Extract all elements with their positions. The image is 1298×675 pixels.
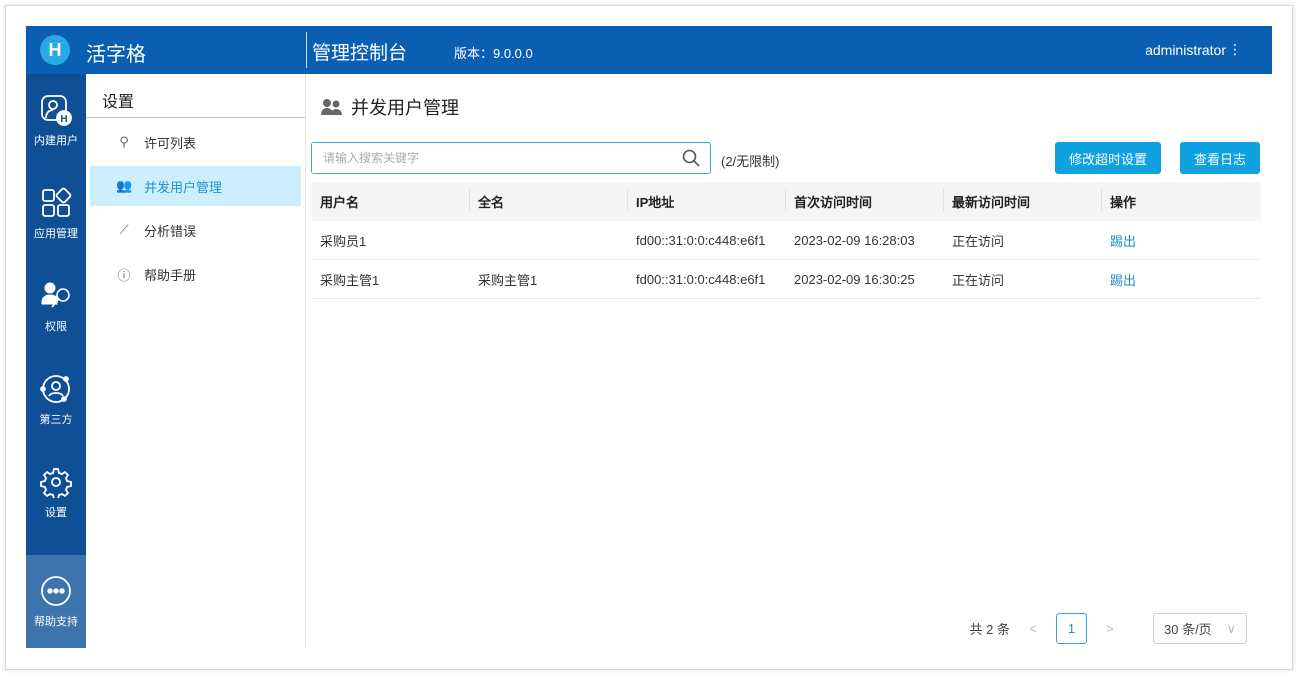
key-icon: ⚲ [119, 134, 129, 149]
app: H 活字格 管理控制台 版本：9.0.0.0 administrator ⋮ H… [26, 26, 1272, 648]
page-size-value: 30 条/页 [1164, 622, 1212, 637]
rail-item-builtin-users[interactable]: H 内建用户 [26, 74, 86, 167]
cell-first-visit: 2023-02-09 16:28:03 [794, 232, 915, 248]
sidebar-item-help-manual[interactable]: ⓘ 帮助手册 [90, 254, 301, 294]
sidebar-item-label: 许可列表 [144, 135, 197, 151]
prev-page-button[interactable]: < [1018, 621, 1048, 636]
sidebar-item-label: 并发用户管理 [144, 179, 223, 195]
user-key-icon [41, 282, 70, 308]
page-title: 并发用户管理 [321, 94, 459, 120]
sidebar-item-analyze-errors[interactable]: ⟋ 分析错误 [90, 210, 301, 250]
user-name[interactable]: administrator [1145, 42, 1226, 58]
sidebar-item-concurrent-users[interactable]: 👥 并发用户管理 [90, 166, 301, 206]
more-menu-icon[interactable]: ⋮ [1228, 41, 1242, 58]
rail-label: 帮助支持 [34, 615, 78, 628]
cell-fullname: 采购主管1 [478, 272, 538, 288]
users-icon: 👥 [116, 178, 133, 193]
table-row: 采购员1 fd00::31:0:0:c448:e6f1 2023-02-09 1… [311, 221, 1261, 260]
rail-label: 权限 [45, 320, 67, 333]
next-page-button[interactable]: > [1095, 621, 1125, 636]
help-icon: ⓘ [117, 267, 131, 283]
sidebar-item-label: 帮助手册 [144, 267, 197, 283]
nav-rail: H 内建用户 应用管理 权限 第三方 设置 帮助支持 [26, 74, 86, 648]
version-label: 版本：9.0.0.0 [454, 46, 533, 61]
sidebar-title: 设置 [86, 74, 305, 118]
modify-timeout-button[interactable]: 修改超时设置 [1055, 142, 1162, 174]
kick-out-link[interactable]: 踢出 [1101, 231, 1259, 250]
rail-item-settings[interactable]: 设置 [26, 446, 86, 539]
table-row: 采购主管1 采购主管1 fd00::31:0:0:c448:e6f1 2023-… [311, 260, 1261, 299]
sidebar-item-label: 分析错误 [144, 223, 197, 239]
column-header[interactable]: 最新访问时间 [943, 189, 1101, 211]
total-count: 共 2 条 [969, 622, 1010, 637]
view-log-button[interactable]: 查看日志 [1180, 142, 1261, 174]
third-party-icon [40, 374, 70, 403]
cell-first-visit: 2023-02-09 16:30:25 [794, 271, 915, 287]
user-count: (2/无限制) [721, 154, 780, 169]
page-1-button[interactable]: 1 [1056, 613, 1087, 644]
chart-line-icon: ⟋ [119, 222, 129, 237]
table-header: 用户名 全名 IP地址 首次访问时间 最新访问时间 操作 [311, 182, 1261, 221]
rail-item-third-party[interactable]: 第三方 [26, 353, 86, 446]
more-icon [41, 575, 71, 606]
cell-ip: fd00::31:0:0:c448:e6f1 [636, 232, 766, 248]
rail-label: 应用管理 [34, 227, 78, 240]
settings-sidebar: 设置 ⚲ 许可列表 👥 并发用户管理 ⟋ 分析错误 ⓘ 帮助手册 [86, 74, 306, 648]
cell-last-visit: 正在访问 [952, 272, 1005, 288]
column-header[interactable]: IP地址 [627, 189, 785, 211]
rail-label: 第三方 [39, 413, 73, 426]
app-name: 活字格 [86, 44, 146, 66]
logo-icon: H [40, 35, 70, 65]
console-title: 管理控制台 [312, 43, 408, 64]
rail-label: 内建用户 [34, 134, 78, 147]
pagination: 共 2 条 < 1 > 30 条/页 ∨ [970, 613, 1247, 644]
header: H 活字格 管理控制台 版本：9.0.0.0 administrator ⋮ [26, 26, 1272, 74]
gear-icon [40, 467, 72, 498]
rail-item-app-management[interactable]: 应用管理 [26, 167, 86, 260]
users-icon [321, 99, 342, 115]
search-icon[interactable] [682, 149, 700, 167]
column-header[interactable]: 首次访问时间 [785, 189, 943, 211]
users-table: 用户名 全名 IP地址 首次访问时间 最新访问时间 操作 采购员1 fd00::… [311, 182, 1261, 299]
main-content: 并发用户管理 (2/无限制) 修改超时设置 查看日志 用户名 全名 IP地址 首… [307, 74, 1272, 648]
svg-text:H: H [60, 114, 67, 125]
header-divider [306, 32, 307, 68]
search-input[interactable] [312, 143, 672, 173]
app-grid-icon [42, 187, 72, 217]
column-header[interactable]: 用户名 [311, 192, 469, 211]
rail-item-help[interactable]: 帮助支持 [26, 555, 86, 648]
page-title-text: 并发用户管理 [351, 98, 459, 118]
cell-ip: fd00::31:0:0:c448:e6f1 [636, 271, 766, 287]
sidebar-item-license-list[interactable]: ⚲ 许可列表 [90, 122, 301, 162]
search-box [311, 142, 711, 174]
cell-username: 采购主管1 [320, 272, 380, 288]
rail-label: 设置 [45, 506, 67, 519]
cell-username: 采购员1 [320, 233, 367, 249]
builtin-user-icon: H [41, 94, 72, 126]
rail-item-permissions[interactable]: 权限 [26, 260, 86, 353]
cell-last-visit: 正在访问 [952, 233, 1005, 249]
kick-out-link[interactable]: 踢出 [1101, 270, 1259, 289]
column-header[interactable]: 全名 [469, 189, 627, 211]
chevron-down-icon: ∨ [1226, 620, 1236, 636]
column-header: 操作 [1101, 189, 1259, 211]
page-size-select[interactable]: 30 条/页 ∨ [1153, 613, 1247, 644]
